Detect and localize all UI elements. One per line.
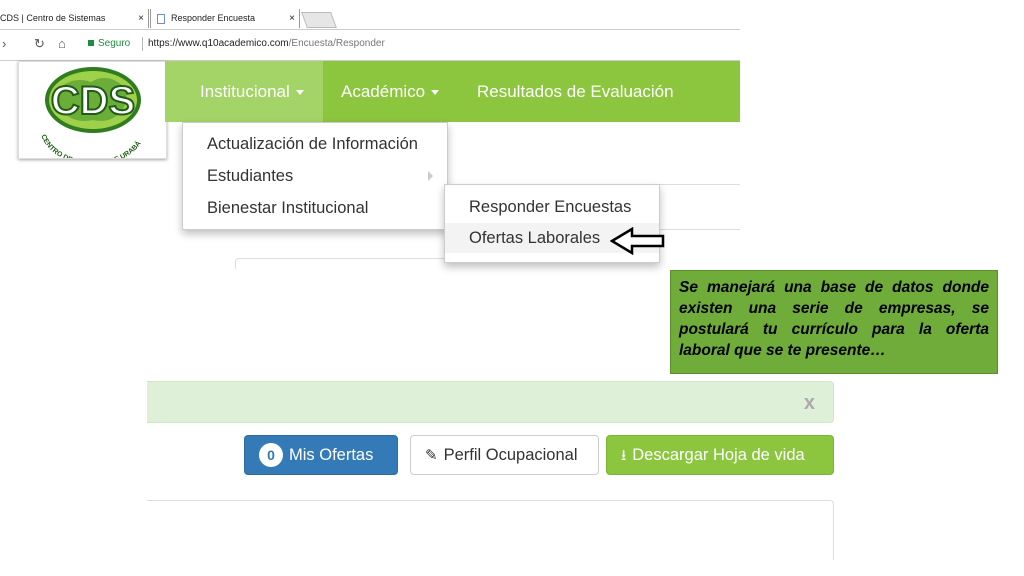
nav-academico[interactable]: Académico — [341, 61, 440, 122]
menu-item-actualizacion[interactable]: Actualización de Información — [207, 135, 418, 154]
new-tab-button[interactable] — [301, 12, 337, 28]
nav-label: Académico — [341, 82, 426, 101]
close-tab-icon[interactable]: × — [138, 9, 144, 28]
address-bar: › ↻ ⌂ Seguro https://www.q10academico.co… — [0, 29, 740, 61]
pointer-arrow-icon — [610, 226, 665, 256]
content-panel — [147, 500, 834, 560]
url-separator — [142, 37, 143, 51]
menu-item-bienestar[interactable]: Bienestar Institucional — [207, 199, 368, 218]
button-label: Perfil Ocupacional — [443, 446, 578, 464]
nav-label: Resultados de Evaluación — [477, 82, 674, 101]
reload-icon[interactable]: ↻ — [34, 36, 45, 52]
pencil-icon: ✎ — [425, 447, 438, 464]
menu-item-estudiantes[interactable]: Estudiantes — [207, 167, 293, 186]
submenu-item-responder-encuestas[interactable]: Responder Encuestas — [445, 192, 659, 222]
cds-globe-logo-icon: CDS CENTRO DE SISTEMAS DE URABÁ — [39, 67, 143, 168]
alert-close-button[interactable]: x — [804, 392, 815, 415]
nav-label: Institucional — [200, 82, 290, 101]
caret-down-icon — [431, 90, 440, 96]
url-field[interactable]: https://www.q10academico.com/Encuesta/Re… — [148, 38, 385, 49]
ofertas-count-badge: 0 — [259, 442, 283, 467]
browser-tabstrip: CDS | Centro de Sistemas × Responder Enc… — [0, 0, 740, 28]
success-alert: x — [147, 381, 834, 423]
svg-text:CDS: CDS — [51, 79, 135, 123]
mis-ofertas-button[interactable]: 0 Mis Ofertas — [244, 435, 398, 475]
tab-title: CDS | Centro de Sistemas — [0, 13, 106, 23]
content-border — [235, 258, 446, 269]
button-label: Descargar Hoja de vida — [632, 446, 805, 464]
nav-resultados[interactable]: Resultados de Evaluación — [477, 61, 674, 122]
secure-label: Seguro — [98, 38, 131, 49]
main-navbar: Institucional Académico Resultados de Ev… — [165, 61, 740, 122]
institucional-dropdown-menu: Actualización de Información Estudiantes… — [182, 122, 448, 230]
page-favicon-icon — [157, 14, 165, 24]
perfil-ocupacional-button[interactable]: ✎ Perfil Ocupacional — [410, 435, 599, 475]
tab-title: Responder Encuesta — [171, 13, 256, 23]
browser-tab-cds[interactable]: CDS | Centro de Sistemas × — [0, 9, 149, 28]
home-icon[interactable]: ⌂ — [58, 36, 66, 51]
url-host: https://www.q10academico.com — [148, 38, 289, 49]
content-border — [659, 184, 740, 230]
browser-tab-encuesta[interactable]: Responder Encuesta × — [150, 9, 300, 28]
caret-down-icon — [295, 90, 304, 96]
svg-text:CENTRO DE SISTEMAS DE URABÁ: CENTRO DE SISTEMAS DE URABÁ — [39, 134, 142, 158]
button-label: Mis Ofertas — [289, 446, 374, 464]
descargar-hoja-de-vida-button[interactable]: ⭳ Descargar Hoja de vida — [606, 435, 834, 475]
submenu-arrow-icon — [428, 171, 433, 181]
download-icon: ⭳ — [621, 447, 627, 464]
forward-arrow-icon[interactable]: › — [2, 36, 6, 51]
url-path: /Encuesta/Responder — [288, 38, 385, 49]
annotation-note: Se manejará una base de datos donde exis… — [670, 270, 998, 374]
site-logo[interactable]: CDS CENTRO DE SISTEMAS DE URABÁ — [18, 61, 167, 168]
secure-indicator[interactable]: Seguro — [88, 38, 130, 49]
nav-institucional[interactable]: Institucional — [165, 61, 323, 122]
lock-icon — [88, 40, 94, 46]
close-tab-icon[interactable]: × — [289, 9, 295, 28]
